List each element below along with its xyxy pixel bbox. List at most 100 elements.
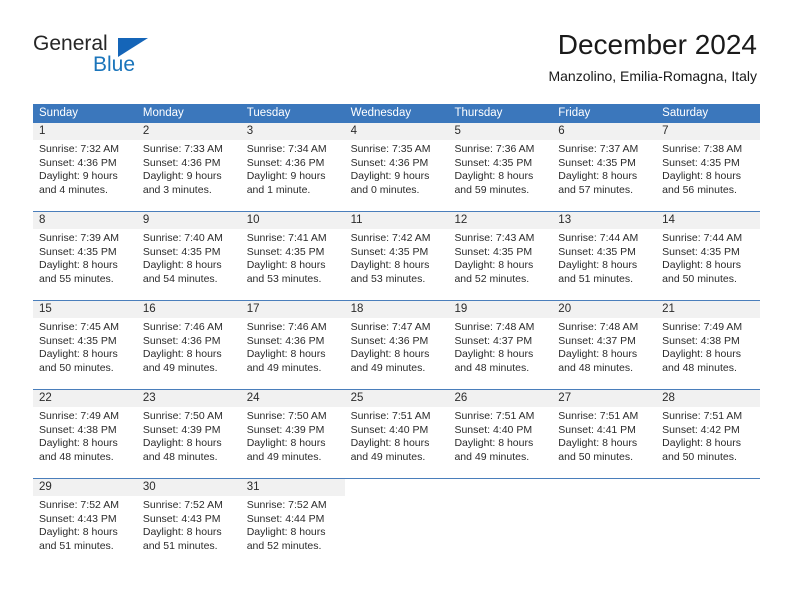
day-cell[interactable]: 15 Sunrise: 7:45 AM Sunset: 4:35 PM Dayl… [33, 301, 137, 389]
day-cell[interactable]: 10 Sunrise: 7:41 AM Sunset: 4:35 PM Dayl… [240, 212, 345, 300]
sunset-text: Sunset: 4:39 PM [246, 423, 325, 436]
day-details: Sunrise: 7:44 AM Sunset: 4:35 PM Dayligh… [656, 229, 760, 286]
sunset-text: Sunset: 4:37 PM [454, 334, 533, 347]
daylight-text-line1: Daylight: 9 hours [142, 170, 222, 183]
day-cell[interactable]: 28 Sunrise: 7:51 AM Sunset: 4:42 PM Dayl… [656, 390, 761, 478]
weekday-header-monday: Monday [142, 107, 184, 119]
day-cell[interactable]: 27 Sunrise: 7:51 AM Sunset: 4:41 PM Dayl… [552, 390, 657, 478]
sunset-text: Sunset: 4:43 PM [39, 512, 117, 525]
daylight-text-line1: Daylight: 9 hours [246, 170, 326, 183]
day-details: Sunrise: 7:52 AM Sunset: 4:44 PM Dayligh… [241, 496, 345, 553]
daylight-text-line1: Daylight: 8 hours [142, 348, 222, 361]
daylight-text-line1: Daylight: 8 hours [39, 259, 118, 272]
day-details: Sunrise: 7:41 AM Sunset: 4:35 PM Dayligh… [241, 229, 345, 286]
day-cell[interactable]: 18 Sunrise: 7:47 AM Sunset: 4:36 PM Dayl… [344, 301, 449, 389]
daylight-text-line2: and 48 minutes. [39, 450, 114, 463]
day-cell[interactable]: 20 Sunrise: 7:48 AM Sunset: 4:37 PM Dayl… [552, 301, 657, 389]
day-details: Sunrise: 7:45 AM Sunset: 4:35 PM Dayligh… [33, 318, 137, 375]
day-cell[interactable]: 29 Sunrise: 7:52 AM Sunset: 4:43 PM Dayl… [33, 479, 137, 567]
day-cell-empty [552, 479, 656, 567]
day-details: Sunrise: 7:51 AM Sunset: 4:42 PM Dayligh… [656, 407, 760, 464]
day-number: 28 [656, 390, 761, 407]
sunrise-text: Sunrise: 7:43 AM [454, 232, 535, 244]
sunrise-text: Sunrise: 7:49 AM [662, 321, 743, 333]
sunset-text: Sunset: 4:36 PM [350, 334, 429, 347]
sunrise-text: Sunrise: 7:45 AM [39, 321, 119, 333]
day-cell[interactable]: 11 Sunrise: 7:42 AM Sunset: 4:35 PM Dayl… [344, 212, 449, 300]
day-cell[interactable]: 6 Sunrise: 7:37 AM Sunset: 4:35 PM Dayli… [552, 123, 657, 211]
daylight-text-line2: and 53 minutes. [350, 272, 426, 285]
daylight-text-line2: and 51 minutes. [39, 539, 114, 552]
day-cell-empty [656, 479, 760, 567]
day-cell[interactable]: 3 Sunrise: 7:34 AM Sunset: 4:36 PM Dayli… [240, 123, 345, 211]
sunset-text: Sunset: 4:35 PM [39, 245, 117, 258]
day-details: Sunrise: 7:32 AM Sunset: 4:36 PM Dayligh… [33, 140, 137, 197]
day-cell[interactable]: 24 Sunrise: 7:50 AM Sunset: 4:39 PM Dayl… [240, 390, 345, 478]
day-cell[interactable]: 19 Sunrise: 7:48 AM Sunset: 4:37 PM Dayl… [448, 301, 553, 389]
day-cell[interactable]: 26 Sunrise: 7:51 AM Sunset: 4:40 PM Dayl… [448, 390, 553, 478]
week-row: 22 Sunrise: 7:49 AM Sunset: 4:38 PM Dayl… [33, 389, 761, 478]
day-number [552, 479, 656, 496]
week-row: 8 Sunrise: 7:39 AM Sunset: 4:35 PM Dayli… [33, 211, 761, 300]
day-cell[interactable]: 1 Sunrise: 7:32 AM Sunset: 4:36 PM Dayli… [33, 123, 137, 211]
daylight-text-line1: Daylight: 8 hours [454, 170, 534, 183]
sunset-text: Sunset: 4:35 PM [558, 245, 636, 258]
sunset-text: Sunset: 4:36 PM [142, 334, 221, 347]
daylight-text-line1: Daylight: 8 hours [39, 437, 118, 450]
day-cell[interactable]: 16 Sunrise: 7:46 AM Sunset: 4:36 PM Dayl… [136, 301, 241, 389]
day-details: Sunrise: 7:35 AM Sunset: 4:36 PM Dayligh… [345, 140, 449, 197]
day-cell[interactable]: 21 Sunrise: 7:49 AM Sunset: 4:38 PM Dayl… [656, 301, 761, 389]
sunrise-text: Sunrise: 7:51 AM [662, 410, 743, 422]
day-cell[interactable]: 30 Sunrise: 7:52 AM Sunset: 4:43 PM Dayl… [136, 479, 241, 567]
day-details: Sunrise: 7:48 AM Sunset: 4:37 PM Dayligh… [448, 318, 552, 375]
day-number: 17 [240, 301, 345, 318]
sunset-text: Sunset: 4:38 PM [662, 334, 740, 347]
daylight-text-line1: Daylight: 8 hours [558, 437, 638, 450]
daylight-text-line2: and 50 minutes. [662, 450, 737, 463]
day-cell[interactable]: 17 Sunrise: 7:46 AM Sunset: 4:36 PM Dayl… [240, 301, 345, 389]
daylight-text-line2: and 1 minute. [246, 183, 311, 196]
day-cell[interactable]: 22 Sunrise: 7:49 AM Sunset: 4:38 PM Dayl… [33, 390, 137, 478]
day-number: 12 [448, 212, 553, 229]
day-number: 13 [552, 212, 657, 229]
sunset-text: Sunset: 4:43 PM [142, 512, 221, 525]
day-details: Sunrise: 7:46 AM Sunset: 4:36 PM Dayligh… [241, 318, 345, 375]
day-cell[interactable]: 2 Sunrise: 7:33 AM Sunset: 4:36 PM Dayli… [136, 123, 241, 211]
sunrise-text: Sunrise: 7:33 AM [142, 143, 223, 155]
day-number: 3 [240, 123, 345, 140]
sunrise-text: Sunrise: 7:34 AM [246, 143, 327, 155]
week-row: 29 Sunrise: 7:52 AM Sunset: 4:43 PM Dayl… [33, 478, 760, 567]
day-cell[interactable]: 7 Sunrise: 7:38 AM Sunset: 4:35 PM Dayli… [656, 123, 761, 211]
day-cell[interactable]: 23 Sunrise: 7:50 AM Sunset: 4:39 PM Dayl… [136, 390, 241, 478]
sunrise-text: Sunrise: 7:52 AM [246, 499, 327, 511]
daylight-text-line1: Daylight: 9 hours [39, 170, 118, 183]
day-cell[interactable]: 13 Sunrise: 7:44 AM Sunset: 4:35 PM Dayl… [552, 212, 657, 300]
sunset-text: Sunset: 4:36 PM [142, 156, 221, 169]
day-cell[interactable]: 8 Sunrise: 7:39 AM Sunset: 4:35 PM Dayli… [33, 212, 137, 300]
day-cell[interactable]: 14 Sunrise: 7:44 AM Sunset: 4:35 PM Dayl… [656, 212, 761, 300]
day-number: 11 [344, 212, 449, 229]
daylight-text-line1: Daylight: 8 hours [662, 170, 741, 183]
sunrise-text: Sunrise: 7:52 AM [39, 499, 119, 511]
day-cell[interactable]: 12 Sunrise: 7:43 AM Sunset: 4:35 PM Dayl… [448, 212, 553, 300]
sunrise-text: Sunrise: 7:51 AM [454, 410, 535, 422]
daylight-text-line2: and 48 minutes. [142, 450, 218, 463]
logo-text-general: General [33, 32, 108, 55]
day-cell[interactable]: 4 Sunrise: 7:35 AM Sunset: 4:36 PM Dayli… [344, 123, 449, 211]
daylight-text-line2: and 51 minutes. [142, 539, 218, 552]
sunset-text: Sunset: 4:42 PM [662, 423, 740, 436]
general-blue-logo: General Blue [33, 33, 193, 81]
sunrise-text: Sunrise: 7:41 AM [246, 232, 327, 244]
day-number: 25 [344, 390, 449, 407]
sunset-text: Sunset: 4:35 PM [454, 156, 533, 169]
day-number [448, 479, 552, 496]
day-cell[interactable]: 25 Sunrise: 7:51 AM Sunset: 4:40 PM Dayl… [344, 390, 449, 478]
day-cell-empty [448, 479, 552, 567]
daylight-text-line2: and 49 minutes. [454, 450, 530, 463]
sunrise-text: Sunrise: 7:37 AM [558, 143, 639, 155]
day-cell[interactable]: 9 Sunrise: 7:40 AM Sunset: 4:35 PM Dayli… [136, 212, 241, 300]
day-cell[interactable]: 5 Sunrise: 7:36 AM Sunset: 4:35 PM Dayli… [448, 123, 553, 211]
day-cell[interactable]: 31 Sunrise: 7:52 AM Sunset: 4:44 PM Dayl… [240, 479, 345, 567]
day-number: 8 [33, 212, 137, 229]
sunset-text: Sunset: 4:44 PM [246, 512, 325, 525]
